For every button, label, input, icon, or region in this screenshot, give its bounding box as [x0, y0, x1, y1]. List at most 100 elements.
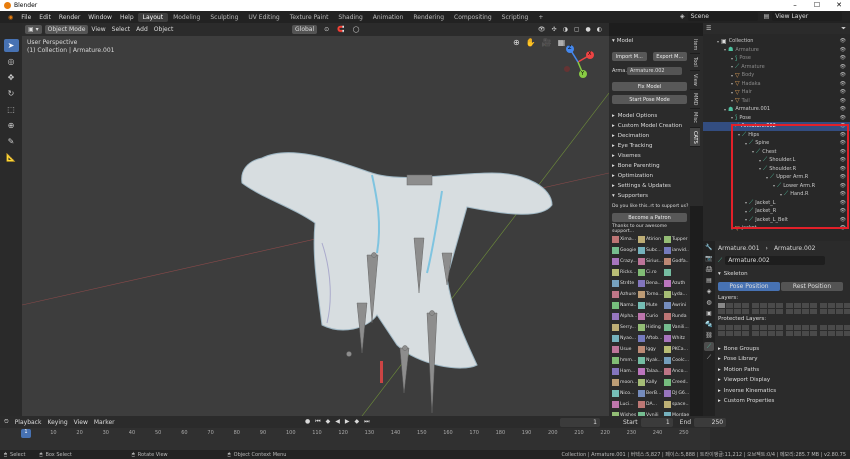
- expand-arrow-icon[interactable]: ▾: [717, 39, 719, 44]
- fix-model-button[interactable]: Fix Model: [612, 82, 687, 91]
- layer-block[interactable]: [752, 303, 783, 314]
- panel-section-3[interactable]: ▸ Eye Tracking: [609, 141, 690, 151]
- measure-tool-icon[interactable]: 📐: [4, 151, 19, 164]
- current-frame-marker[interactable]: 1: [21, 429, 31, 438]
- next-key-icon[interactable]: ◆: [355, 418, 360, 426]
- supporter-item[interactable]: DJ G6...: [664, 388, 689, 398]
- visibility-eye-icon[interactable]: 👁: [840, 38, 846, 44]
- skeleton-panel-header[interactable]: ▾ Skeleton: [715, 269, 850, 280]
- outliner-row[interactable]: ▾ ⟋ Armature 👁: [703, 63, 850, 72]
- supporter-item[interactable]: Creed...: [664, 377, 689, 387]
- panel-section-0[interactable]: ▸ Model Options: [609, 111, 690, 121]
- layer-block[interactable]: [786, 303, 817, 314]
- camera-icon[interactable]: 🎥: [542, 38, 552, 47]
- become-patron-button[interactable]: Become a Patron: [612, 213, 687, 222]
- supporter-item[interactable]: moon...: [612, 377, 637, 387]
- supporter-item[interactable]: Ci.ro: [638, 267, 663, 277]
- supporter-item[interactable]: Hiding: [638, 322, 663, 332]
- tab-texture-paint[interactable]: Texture Paint: [285, 13, 334, 22]
- jump-end-icon[interactable]: ⏭: [364, 418, 369, 426]
- zoom-icon[interactable]: ⊕: [513, 38, 520, 47]
- scale-tool-icon[interactable]: ⬚: [4, 103, 19, 116]
- tab-uv-editing[interactable]: UV Editing: [243, 13, 284, 22]
- supporter-item[interactable]: Atirion: [638, 234, 663, 244]
- supporter-item[interactable]: Awrini: [664, 300, 689, 310]
- supporter-item[interactable]: Nyak...: [638, 355, 663, 365]
- supporter-item[interactable]: Mute: [638, 300, 663, 310]
- bone-props-icon[interactable]: ⟋: [704, 353, 714, 362]
- play-reverse-icon[interactable]: ◀: [335, 418, 340, 426]
- outliner-row[interactable]: ▾ ⟆ Pose 👁: [703, 114, 850, 123]
- jump-start-icon[interactable]: ⏮: [315, 418, 320, 426]
- tab-animation[interactable]: Animation: [368, 13, 409, 22]
- pose-position-button[interactable]: Pose Position: [718, 281, 780, 291]
- add-workspace-button[interactable]: +: [533, 13, 548, 22]
- sidebar-tab-tool[interactable]: Tool: [690, 54, 700, 72]
- navigation-gizmo[interactable]: X Y Z: [557, 41, 599, 83]
- start-pose-mode-button[interactable]: Start Pose Mode: [612, 95, 687, 104]
- props-section-4[interactable]: ▸ Inverse Kinematics: [715, 386, 850, 397]
- menu-playback[interactable]: Playback: [15, 419, 42, 426]
- tab-scripting[interactable]: Scripting: [497, 13, 534, 22]
- tab-modeling[interactable]: Modeling: [168, 13, 205, 22]
- supporter-item[interactable]: Lyda...: [664, 289, 689, 299]
- layers-grid[interactable]: [715, 303, 850, 314]
- props-section-3[interactable]: ▸ Viewport Display: [715, 375, 850, 386]
- expand-arrow-icon[interactable]: ▾: [731, 56, 733, 61]
- supporter-item[interactable]: Usue: [612, 344, 637, 354]
- outliner-row[interactable]: ▾ ☗ Armature 👁: [703, 46, 850, 55]
- armature-dropdown[interactable]: Armature.002: [627, 67, 682, 75]
- sidebar-tab-cats[interactable]: CATS: [690, 127, 700, 148]
- outliner-row[interactable]: ▾ ▽ Hadaka 👁: [703, 80, 850, 89]
- menu-timeline-view[interactable]: View: [74, 419, 88, 426]
- export-model-button[interactable]: Export M...: [652, 52, 687, 61]
- visibility-eye-icon[interactable]: 👁: [840, 98, 846, 104]
- visibility-eye-icon[interactable]: 👁: [840, 55, 846, 61]
- rotate-tool-icon[interactable]: ↻: [4, 87, 19, 100]
- expand-arrow-icon[interactable]: ▾: [724, 47, 726, 52]
- supporter-item[interactable]: [664, 267, 689, 277]
- sidebar-tab-misc[interactable]: Misc: [690, 109, 700, 128]
- menu-marker[interactable]: Marker: [94, 419, 115, 426]
- supporter-item[interactable]: Anco...: [664, 366, 689, 376]
- blender-menu-icon[interactable]: ◉: [4, 14, 17, 21]
- tab-rendering[interactable]: Rendering: [408, 13, 449, 22]
- annotate-tool-icon[interactable]: ✎: [4, 135, 19, 148]
- supporter-item[interactable]: Sirius...: [638, 256, 663, 266]
- outliner-filter-icon[interactable]: ⏷: [841, 25, 846, 33]
- scene-props-icon[interactable]: ◈: [704, 287, 714, 296]
- expand-arrow-icon[interactable]: ▾: [724, 107, 726, 112]
- supporter-item[interactable]: Talaa...: [638, 366, 663, 376]
- play-icon[interactable]: ▶: [345, 418, 350, 426]
- layer-block[interactable]: [718, 324, 749, 336]
- expand-arrow-icon[interactable]: ▾: [731, 115, 733, 120]
- expand-arrow-icon[interactable]: ▾: [731, 98, 733, 103]
- supporter-item[interactable]: Godfa...: [664, 256, 689, 266]
- props-section-2[interactable]: ▸ Motion Paths: [715, 365, 850, 376]
- tab-shading[interactable]: Shading: [333, 13, 367, 22]
- tab-compositing[interactable]: Compositing: [449, 13, 497, 22]
- visibility-eye-icon[interactable]: 👁: [840, 64, 846, 70]
- visibility-eye-icon[interactable]: 👁: [840, 89, 846, 95]
- supporter-item[interactable]: hmm...: [612, 355, 637, 365]
- supporter-item[interactable]: DA...: [638, 399, 663, 409]
- supporter-item[interactable]: Azhure: [612, 289, 637, 299]
- visibility-eye-icon[interactable]: 👁: [840, 106, 846, 112]
- visibility-eye-icon[interactable]: 👁: [840, 47, 846, 53]
- pan-hand-icon[interactable]: ✋: [526, 38, 536, 47]
- view-layer-selector[interactable]: View Layer: [772, 12, 843, 21]
- grid-icon[interactable]: ▦: [558, 38, 566, 47]
- expand-arrow-icon[interactable]: ▾: [731, 64, 733, 69]
- supporter-item[interactable]: Str4te: [612, 278, 637, 288]
- render-props-icon[interactable]: 📷: [704, 254, 714, 263]
- panel-section-6[interactable]: ▸ Optimization: [609, 171, 690, 181]
- supporter-item[interactable]: Azuth: [664, 278, 689, 288]
- frame-ruler[interactable]: 1102030405060708090100110120130140150160…: [0, 428, 710, 450]
- layer-block[interactable]: [820, 324, 850, 336]
- cursor-tool-icon[interactable]: ◎: [4, 55, 19, 68]
- menu-file[interactable]: File: [17, 14, 35, 21]
- menu-window[interactable]: Window: [84, 14, 116, 21]
- armature-data-field[interactable]: Armature.002: [725, 256, 826, 265]
- viewport-3d[interactable]: ▣ ▾ Object Mode View Select Add Object G…: [22, 23, 609, 416]
- modifier-props-icon[interactable]: 🔩: [704, 320, 714, 329]
